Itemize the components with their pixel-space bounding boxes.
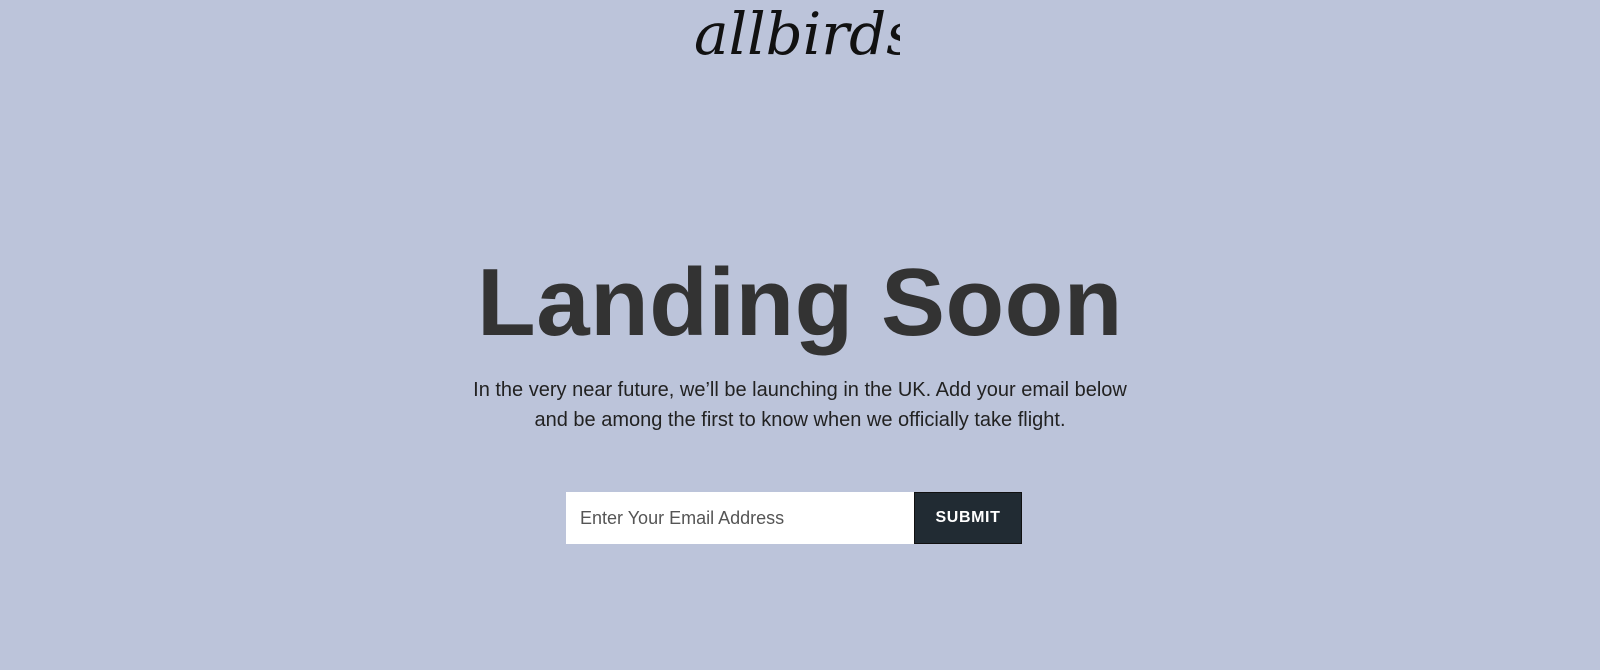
submit-button[interactable]: SUBMIT — [914, 492, 1022, 544]
page-title: Landing Soon — [477, 249, 1123, 356]
email-field[interactable] — [566, 492, 914, 544]
page-description: In the very near future, we’ll be launch… — [473, 379, 1127, 431]
allbirds-logo-wordmark: allbirds — [694, 6, 900, 68]
email-signup-form: SUBMIT — [566, 492, 1022, 544]
logo-text: allbirds — [694, 6, 900, 68]
landing-page: allbirds Landing Soon In the very near f… — [0, 0, 1600, 670]
allbirds-logo[interactable]: allbirds — [690, 6, 900, 72]
